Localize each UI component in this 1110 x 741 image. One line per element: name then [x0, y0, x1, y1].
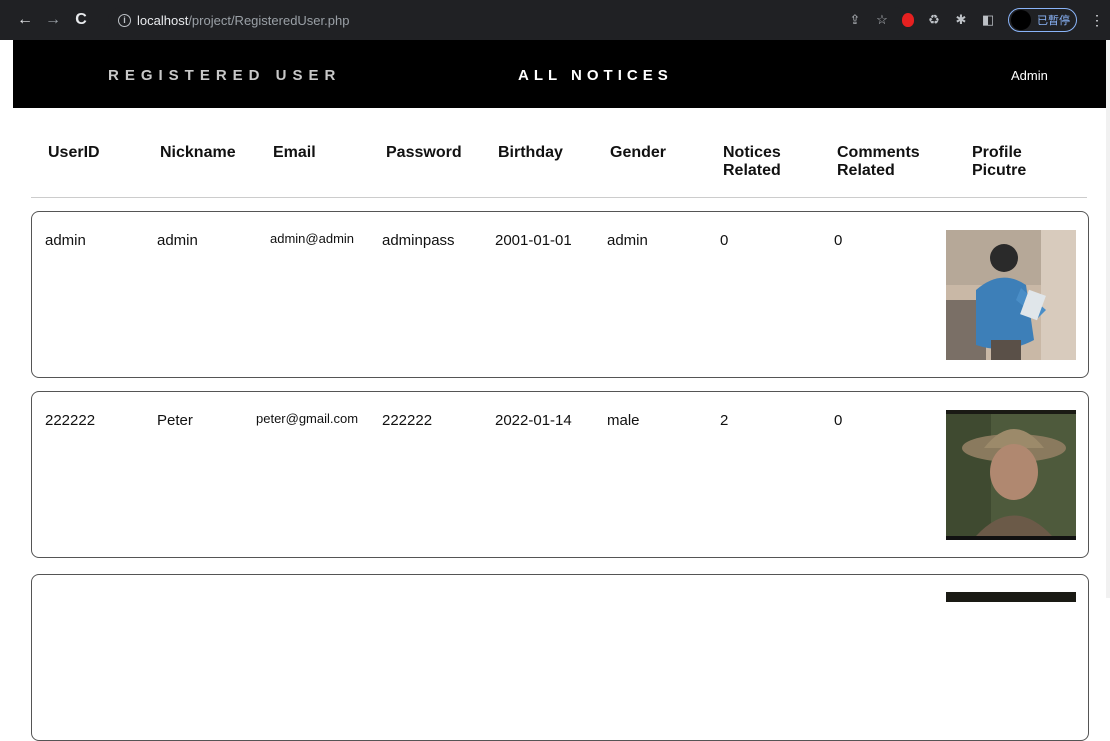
menu-kebab-icon[interactable]: ⋮: [1090, 12, 1104, 29]
info-icon[interactable]: i: [118, 13, 131, 27]
cell-notices: 0: [720, 232, 729, 249]
reload-icon[interactable]: C: [70, 9, 92, 31]
header-gender: Gender: [610, 144, 667, 161]
header-notices-related: Notices Related: [723, 144, 781, 179]
cell-notices: 2: [720, 412, 729, 429]
nav-admin[interactable]: Admin: [1011, 68, 1048, 83]
header-divider: [31, 197, 1087, 198]
address-bar[interactable]: i localhost/project/RegisteredUser.php: [108, 7, 908, 33]
header-comments-related: Comments Related: [837, 144, 920, 179]
cell-nickname: Peter: [157, 412, 193, 429]
back-icon[interactable]: ←: [14, 9, 36, 31]
cell-userid: 222222: [45, 412, 96, 429]
header-nickname: Nickname: [160, 144, 236, 161]
header-birthday: Birthday: [498, 144, 563, 161]
header-password: Password: [386, 144, 462, 161]
share-icon[interactable]: ⇪: [848, 12, 862, 28]
profile-status: 已暫停: [1037, 15, 1070, 27]
page-scrollbar[interactable]: [1106, 40, 1110, 598]
side-panel-icon[interactable]: ◧: [981, 12, 995, 28]
cell-password: 222222: [382, 412, 433, 429]
nav-registered-user[interactable]: REGISTERED USER: [108, 67, 341, 84]
cell-userid: admin: [45, 232, 86, 249]
url-path: /project/RegisteredUser.php: [188, 12, 350, 28]
bookmark-star-icon[interactable]: ☆: [875, 12, 889, 28]
nav-all-notices[interactable]: ALL NOTICES: [518, 67, 673, 84]
cell-birthday: 2022-01-14: [495, 412, 572, 429]
forward-icon[interactable]: →: [42, 9, 64, 31]
avatar: [1011, 10, 1031, 30]
header-profile-picture: Profile Picutre: [972, 144, 1027, 179]
cell-comments: 0: [834, 412, 843, 429]
profile-picture-man-with-hat: [946, 410, 1076, 540]
profile-picture: [946, 592, 1076, 602]
cell-password: adminpass: [382, 232, 455, 249]
cell-comments: 0: [834, 232, 843, 249]
cell-gender: admin: [607, 232, 648, 249]
cell-email: peter@gmail.com: [256, 411, 359, 426]
profile-button[interactable]: 已暫停: [1008, 8, 1077, 32]
header-userid: UserID: [48, 144, 100, 161]
profile-picture-man-with-tablet: [946, 230, 1076, 360]
extension-red-icon[interactable]: [902, 13, 914, 27]
cell-nickname: admin: [157, 232, 198, 249]
cell-birthday: 2001-01-01: [495, 232, 572, 249]
cell-email: admin@admin: [270, 231, 355, 246]
table-row[interactable]: 222222 Peter peter@gmail.com 222222 2022…: [31, 391, 1089, 558]
recycle-icon[interactable]: ♻: [927, 12, 941, 28]
site-header: REGISTERED USER ALL NOTICES Admin: [13, 40, 1106, 108]
url-text: localhost/project/RegisteredUser.php: [137, 13, 349, 28]
cell-gender: male: [607, 412, 640, 429]
url-host: localhost: [137, 12, 189, 28]
extensions-puzzle-icon[interactable]: ✱: [954, 12, 968, 28]
browser-toolbar: ← → C i localhost/project/RegisteredUser…: [0, 0, 1110, 40]
table-row[interactable]: [31, 574, 1089, 741]
header-email: Email: [273, 144, 316, 161]
table-row[interactable]: admin admin admin@admin adminpass 2001-0…: [31, 211, 1089, 378]
